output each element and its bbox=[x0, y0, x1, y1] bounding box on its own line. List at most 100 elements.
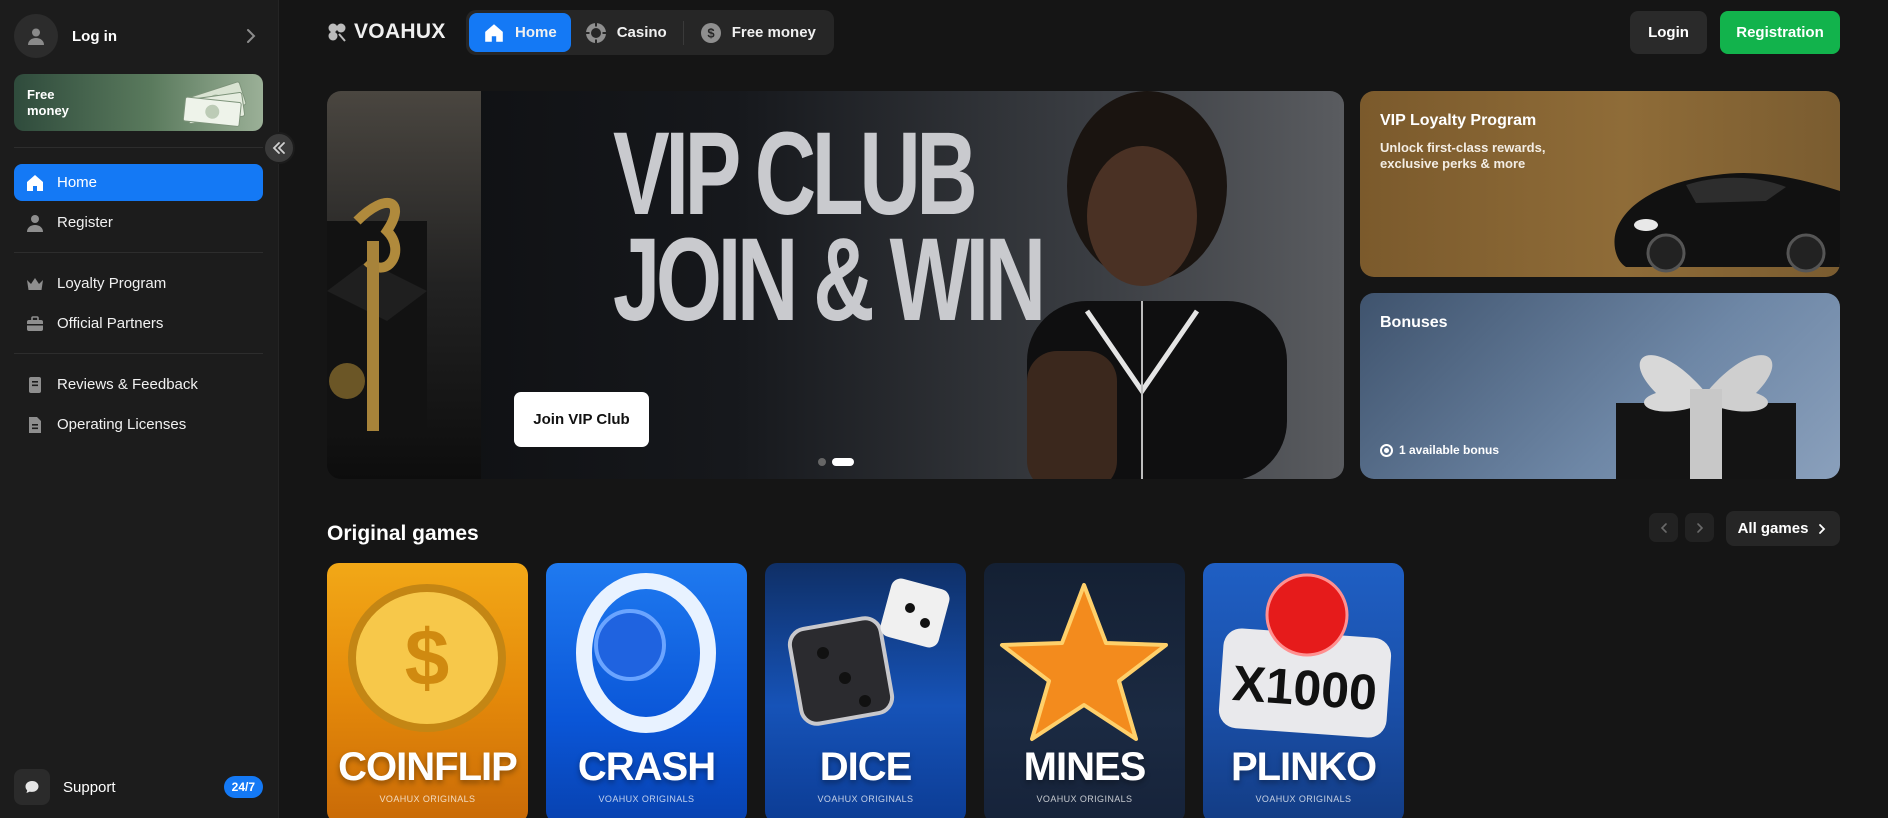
sidebar-divider bbox=[14, 147, 263, 148]
game-subtitle: VOAHUX ORIGINALS bbox=[817, 794, 914, 804]
vip-loyalty-card[interactable]: VIP Loyalty Program Unlock first-class r… bbox=[1360, 91, 1840, 277]
sidebar-item-label: Operating Licenses bbox=[57, 416, 187, 433]
sports-car-image bbox=[1614, 172, 1840, 273]
bonus-count-label: 1 available bonus bbox=[1399, 443, 1500, 457]
login-label: Log in bbox=[72, 27, 117, 45]
chip-icon bbox=[585, 22, 607, 44]
gift-box-icon bbox=[1616, 355, 1796, 479]
user-icon bbox=[28, 28, 44, 45]
game-card-coinflip[interactable]: $ COINFLIP VOAHUX ORIGINALS bbox=[327, 563, 528, 818]
svg-text:$: $ bbox=[405, 613, 450, 702]
bonuses-card[interactable]: Bonuses 1 available bonus bbox=[1360, 293, 1840, 479]
chat-icon bbox=[14, 769, 50, 805]
tab-label: Casino bbox=[616, 24, 667, 41]
sidebar-item-label: Official Partners bbox=[57, 315, 164, 332]
dice-icon bbox=[787, 578, 950, 726]
sidebar-item-label: Register bbox=[57, 214, 113, 231]
all-games-label: All games bbox=[1737, 520, 1809, 537]
game-card-plinko[interactable]: X1000 PLINKO VOAHUX ORIGINALS bbox=[1203, 563, 1404, 818]
dollar-coin-icon: $ bbox=[700, 22, 722, 44]
home-icon bbox=[483, 22, 505, 44]
vip-card-subtitle: Unlock first-class rewards, exclusive pe… bbox=[1380, 140, 1546, 171]
sidebar-divider bbox=[14, 252, 263, 253]
sidebar-item-licenses[interactable]: Operating Licenses bbox=[14, 406, 263, 443]
bookmark-icon bbox=[24, 374, 46, 396]
tab-free-money[interactable]: $ Free money bbox=[686, 13, 830, 52]
sidebar-item-reviews[interactable]: Reviews & Feedback bbox=[14, 366, 263, 403]
crash-ring-icon bbox=[576, 573, 716, 733]
game-name: COINFLIP bbox=[338, 745, 518, 789]
sidebar: Log in Free money Home Register Loyalty … bbox=[0, 0, 279, 818]
game-name: DICE bbox=[819, 745, 913, 789]
game-subtitle: VOAHUX ORIGINALS bbox=[598, 794, 695, 804]
free-money-card[interactable]: Free money bbox=[14, 74, 263, 131]
svg-text:X1000: X1000 bbox=[1231, 655, 1379, 721]
top-nav: Home Casino $ Free money bbox=[466, 10, 834, 55]
sidebar-divider bbox=[14, 353, 263, 354]
sidebar-item-register[interactable]: Register bbox=[14, 204, 263, 241]
game-name: PLINKO bbox=[1230, 745, 1377, 789]
game-name: CRASH bbox=[577, 745, 716, 789]
hero-banner[interactable]: VIP CLUB JOIN & WIN Join VIP Club bbox=[327, 91, 1344, 479]
sidebar-item-home[interactable]: Home bbox=[14, 164, 263, 201]
games-prev-button[interactable] bbox=[1649, 513, 1678, 542]
double-chevron-left-icon bbox=[272, 142, 285, 154]
clover-icon bbox=[328, 23, 346, 42]
game-card-crash[interactable]: CRASH VOAHUX ORIGINALS bbox=[546, 563, 747, 818]
star-icon bbox=[1000, 583, 1168, 741]
section-title: Original games bbox=[327, 522, 479, 545]
games-next-button[interactable] bbox=[1685, 513, 1714, 542]
registration-button[interactable]: Registration bbox=[1720, 11, 1840, 54]
user-icon bbox=[24, 212, 46, 234]
support-button[interactable]: Support 24/7 bbox=[14, 769, 263, 805]
bonus-count: 1 available bonus bbox=[1380, 443, 1499, 457]
avatar bbox=[14, 14, 58, 58]
sidebar-item-partners[interactable]: Official Partners bbox=[14, 305, 263, 342]
sidebar-item-loyalty[interactable]: Loyalty Program bbox=[14, 265, 263, 302]
game-subtitle: VOAHUX ORIGINALS bbox=[1036, 794, 1133, 804]
hero-title: VIP CLUB JOIN & WIN bbox=[613, 108, 1046, 346]
tab-casino[interactable]: Casino bbox=[571, 13, 681, 52]
plinko-ball-icon: X1000 bbox=[1218, 573, 1392, 738]
game-card-dice[interactable]: DICE VOAHUX ORIGINALS bbox=[765, 563, 966, 818]
vip-card-title: VIP Loyalty Program bbox=[1380, 112, 1537, 129]
sidebar-item-label: Home bbox=[57, 174, 98, 191]
svg-text:$: $ bbox=[707, 25, 715, 40]
hero-title-line: JOIN & WIN bbox=[613, 214, 1046, 346]
collapse-sidebar-button[interactable] bbox=[263, 132, 295, 164]
document-icon bbox=[24, 414, 46, 436]
join-vip-button[interactable]: Join VIP Club bbox=[514, 392, 649, 447]
tab-label: Home bbox=[515, 24, 557, 41]
carousel-dots bbox=[818, 458, 854, 466]
gift-box-image bbox=[327, 91, 481, 479]
brand-logo[interactable]: VOAHUX bbox=[326, 20, 446, 44]
coin-icon: $ bbox=[348, 584, 506, 732]
free-money-label: Free money bbox=[27, 87, 69, 118]
login-row[interactable]: Log in bbox=[14, 14, 260, 58]
hero-title-line: VIP CLUB bbox=[613, 108, 978, 240]
login-button[interactable]: Login bbox=[1630, 11, 1707, 54]
all-games-button[interactable]: All games bbox=[1726, 511, 1840, 546]
carousel-dot[interactable] bbox=[818, 458, 826, 466]
sidebar-item-label: Reviews & Feedback bbox=[57, 376, 198, 393]
sidebar-item-label: Loyalty Program bbox=[57, 275, 167, 292]
bonuses-card-title: Bonuses bbox=[1380, 314, 1448, 331]
briefcase-icon bbox=[24, 313, 46, 335]
crown-icon bbox=[24, 273, 46, 295]
radio-icon bbox=[1380, 443, 1393, 457]
tab-home[interactable]: Home bbox=[469, 13, 571, 52]
carousel-dot-active[interactable] bbox=[832, 458, 854, 466]
brand-name: VOAHUX bbox=[354, 20, 446, 43]
chevron-left-icon bbox=[1660, 522, 1667, 533]
tab-divider bbox=[682, 20, 684, 45]
game-subtitle: VOAHUX ORIGINALS bbox=[379, 794, 476, 804]
support-label: Support bbox=[63, 778, 116, 796]
support-badge: 24/7 bbox=[223, 776, 263, 798]
tab-label: Free money bbox=[731, 24, 816, 41]
chevron-right-icon bbox=[1696, 522, 1703, 533]
chevron-right-icon bbox=[1819, 523, 1826, 534]
cash-stack-icon bbox=[182, 81, 247, 127]
chevron-right-icon bbox=[247, 29, 256, 43]
home-icon bbox=[24, 172, 46, 194]
game-card-mines[interactable]: MINES VOAHUX ORIGINALS bbox=[984, 563, 1185, 818]
